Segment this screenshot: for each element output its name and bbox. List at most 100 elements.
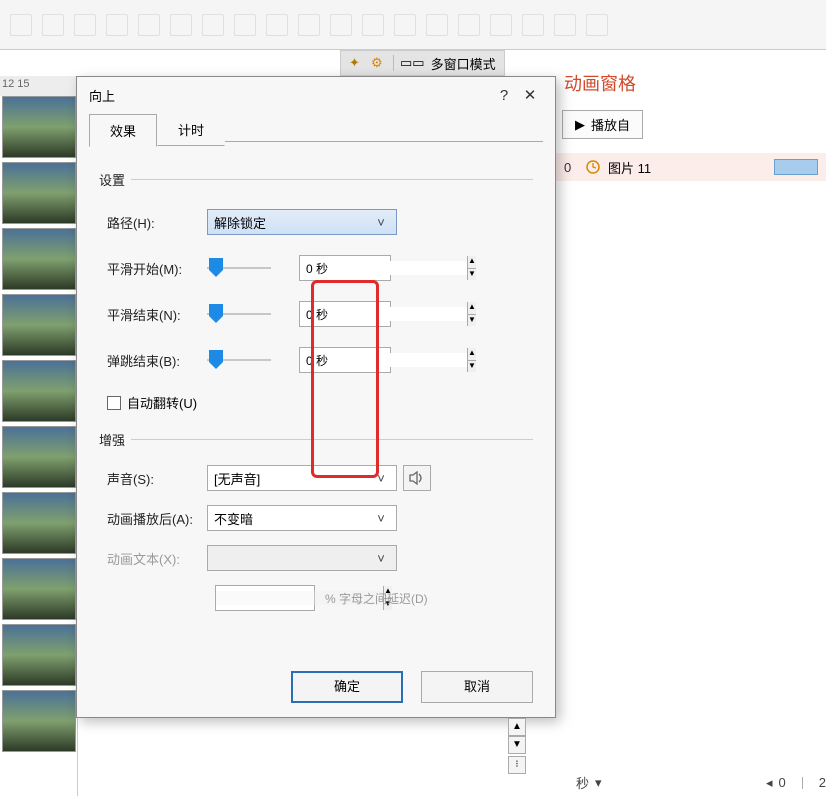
sound-label: 声音(S):	[99, 469, 207, 488]
slide-thumb[interactable]	[2, 228, 76, 290]
play-from-button[interactable]: ▶ 播放自	[562, 110, 643, 139]
toolbar-icon[interactable]	[458, 14, 480, 36]
bounce-end-label: 弹跳结束(B):	[99, 351, 207, 370]
toolbar-icon[interactable]	[298, 14, 320, 36]
section-settings-header: 设置	[99, 170, 125, 189]
anim-text-label: 动画文本(X):	[99, 549, 207, 568]
play-label: 播放自	[591, 115, 630, 134]
wand-icon[interactable]: ✦	[349, 55, 365, 71]
bounce-end-value[interactable]	[300, 353, 467, 367]
scroll-menu-icon[interactable]: ⁝	[508, 756, 526, 774]
slider-thumb-icon[interactable]	[209, 258, 223, 278]
bounce-end-spinner[interactable]: ▲▼	[299, 347, 391, 373]
scroll-up-icon[interactable]: ▲	[508, 718, 526, 736]
slider-thumb-icon[interactable]	[209, 350, 223, 370]
slide-thumb[interactable]	[2, 624, 76, 686]
toolbar-icon[interactable]	[266, 14, 288, 36]
spin-up-icon[interactable]: ▲	[468, 348, 476, 360]
dialog-titlebar: 向上 ? ✕	[77, 77, 555, 113]
toolbar-icon[interactable]	[170, 14, 192, 36]
axis-tick: 2	[819, 775, 826, 790]
smooth-start-slider[interactable]	[207, 259, 271, 277]
toolbar-icon[interactable]	[10, 14, 32, 36]
smooth-end-spinner[interactable]: ▲▼	[299, 301, 391, 327]
spin-up-icon[interactable]: ▲	[468, 256, 476, 268]
chevron-down-icon[interactable]: ▾	[595, 775, 602, 791]
chevron-down-icon: ˅	[372, 215, 390, 230]
slide-thumb[interactable]	[2, 426, 76, 488]
smooth-start-value[interactable]	[300, 261, 467, 275]
anim-item-label: 图片 11	[608, 158, 651, 177]
slide-numbers: 12 15	[0, 76, 77, 96]
auto-reverse-label: 自动翻转(U)	[127, 393, 197, 412]
toolbar-icon[interactable]	[138, 14, 160, 36]
bounce-end-slider[interactable]	[207, 351, 271, 369]
anim-item-index: 0	[564, 160, 586, 175]
toolbar-icon[interactable]	[426, 14, 448, 36]
toolbar-icon[interactable]	[394, 14, 416, 36]
slider-thumb-icon[interactable]	[209, 304, 223, 324]
slide-thumb[interactable]	[2, 558, 76, 620]
after-play-value: 不变暗	[214, 509, 253, 528]
chevron-down-icon: ˅	[372, 551, 390, 566]
slide-thumb[interactable]	[2, 360, 76, 422]
smooth-start-spinner[interactable]: ▲▼	[299, 255, 391, 281]
close-button[interactable]: ✕	[517, 86, 543, 104]
letter-delay-label: % 字母之间延迟(D)	[325, 590, 428, 607]
toolbar-icon[interactable]	[234, 14, 256, 36]
utility-bar: ✦ ⚙ ▭▭ 多窗口模式	[340, 50, 505, 76]
spin-up-icon[interactable]: ▲	[468, 302, 476, 314]
speaker-icon	[409, 471, 425, 485]
vertical-scroll[interactable]: ▲ ▼ ⁝	[508, 718, 526, 774]
toolbar-icon[interactable]	[522, 14, 544, 36]
letter-delay-spinner: ▲▼	[215, 585, 315, 611]
sound-combo[interactable]: [无声音] ˅	[207, 465, 397, 491]
tab-effect[interactable]: 效果	[89, 114, 157, 147]
ribbon-toolbar	[0, 0, 826, 50]
slide-thumb[interactable]	[2, 294, 76, 356]
gear-icon[interactable]: ⚙	[371, 55, 387, 71]
after-play-label: 动画播放后(A):	[99, 509, 207, 528]
smooth-end-label: 平滑结束(N):	[99, 305, 207, 324]
axis-unit: 秒	[576, 773, 589, 792]
toolbar-icon[interactable]	[330, 14, 352, 36]
help-button[interactable]: ?	[491, 87, 517, 104]
smooth-end-value[interactable]	[300, 307, 467, 321]
windows-icon[interactable]: ▭▭	[400, 55, 425, 71]
scroll-down-icon[interactable]: ▼	[508, 736, 526, 754]
axis-arrow-left-icon[interactable]: ◂	[766, 775, 773, 791]
tab-strip: 效果 计时	[77, 113, 555, 146]
toolbar-icon[interactable]	[554, 14, 576, 36]
ok-button[interactable]: 确定	[291, 671, 403, 703]
after-play-combo[interactable]: 不变暗 ˅	[207, 505, 397, 531]
tab-timing[interactable]: 计时	[157, 113, 225, 146]
toolbar-icon[interactable]	[74, 14, 96, 36]
spin-down-icon[interactable]: ▼	[468, 314, 476, 326]
slide-thumb[interactable]	[2, 492, 76, 554]
animation-item[interactable]: 0 图片 11	[556, 153, 826, 181]
clock-icon	[586, 160, 600, 174]
timeline-axis: 秒 ▾ ◂ 0 2	[576, 773, 826, 792]
chevron-down-icon: ˅	[372, 471, 390, 486]
toolbar-icon[interactable]	[106, 14, 128, 36]
slide-thumb[interactable]	[2, 690, 76, 752]
cancel-button[interactable]: 取消	[421, 671, 533, 703]
section-enhance-header: 增强	[99, 430, 125, 449]
animation-pane-title: 动画窗格	[556, 64, 826, 110]
sound-preview-button[interactable]	[403, 465, 431, 491]
path-label: 路径(H):	[99, 213, 207, 232]
toolbar-icon[interactable]	[362, 14, 384, 36]
path-combo[interactable]: 解除锁定 ˅	[207, 209, 397, 235]
smooth-end-slider[interactable]	[207, 305, 271, 323]
auto-reverse-checkbox[interactable]	[107, 396, 121, 410]
slide-thumb[interactable]	[2, 96, 76, 158]
multi-window-label[interactable]: 多窗口模式	[431, 54, 496, 73]
toolbar-icon[interactable]	[586, 14, 608, 36]
toolbar-icon[interactable]	[202, 14, 224, 36]
toolbar-icon[interactable]	[42, 14, 64, 36]
toolbar-icon[interactable]	[490, 14, 512, 36]
spin-down-icon[interactable]: ▼	[468, 268, 476, 280]
slide-thumb[interactable]	[2, 162, 76, 224]
anim-item-timebar[interactable]	[774, 159, 818, 175]
spin-down-icon[interactable]: ▼	[468, 360, 476, 372]
